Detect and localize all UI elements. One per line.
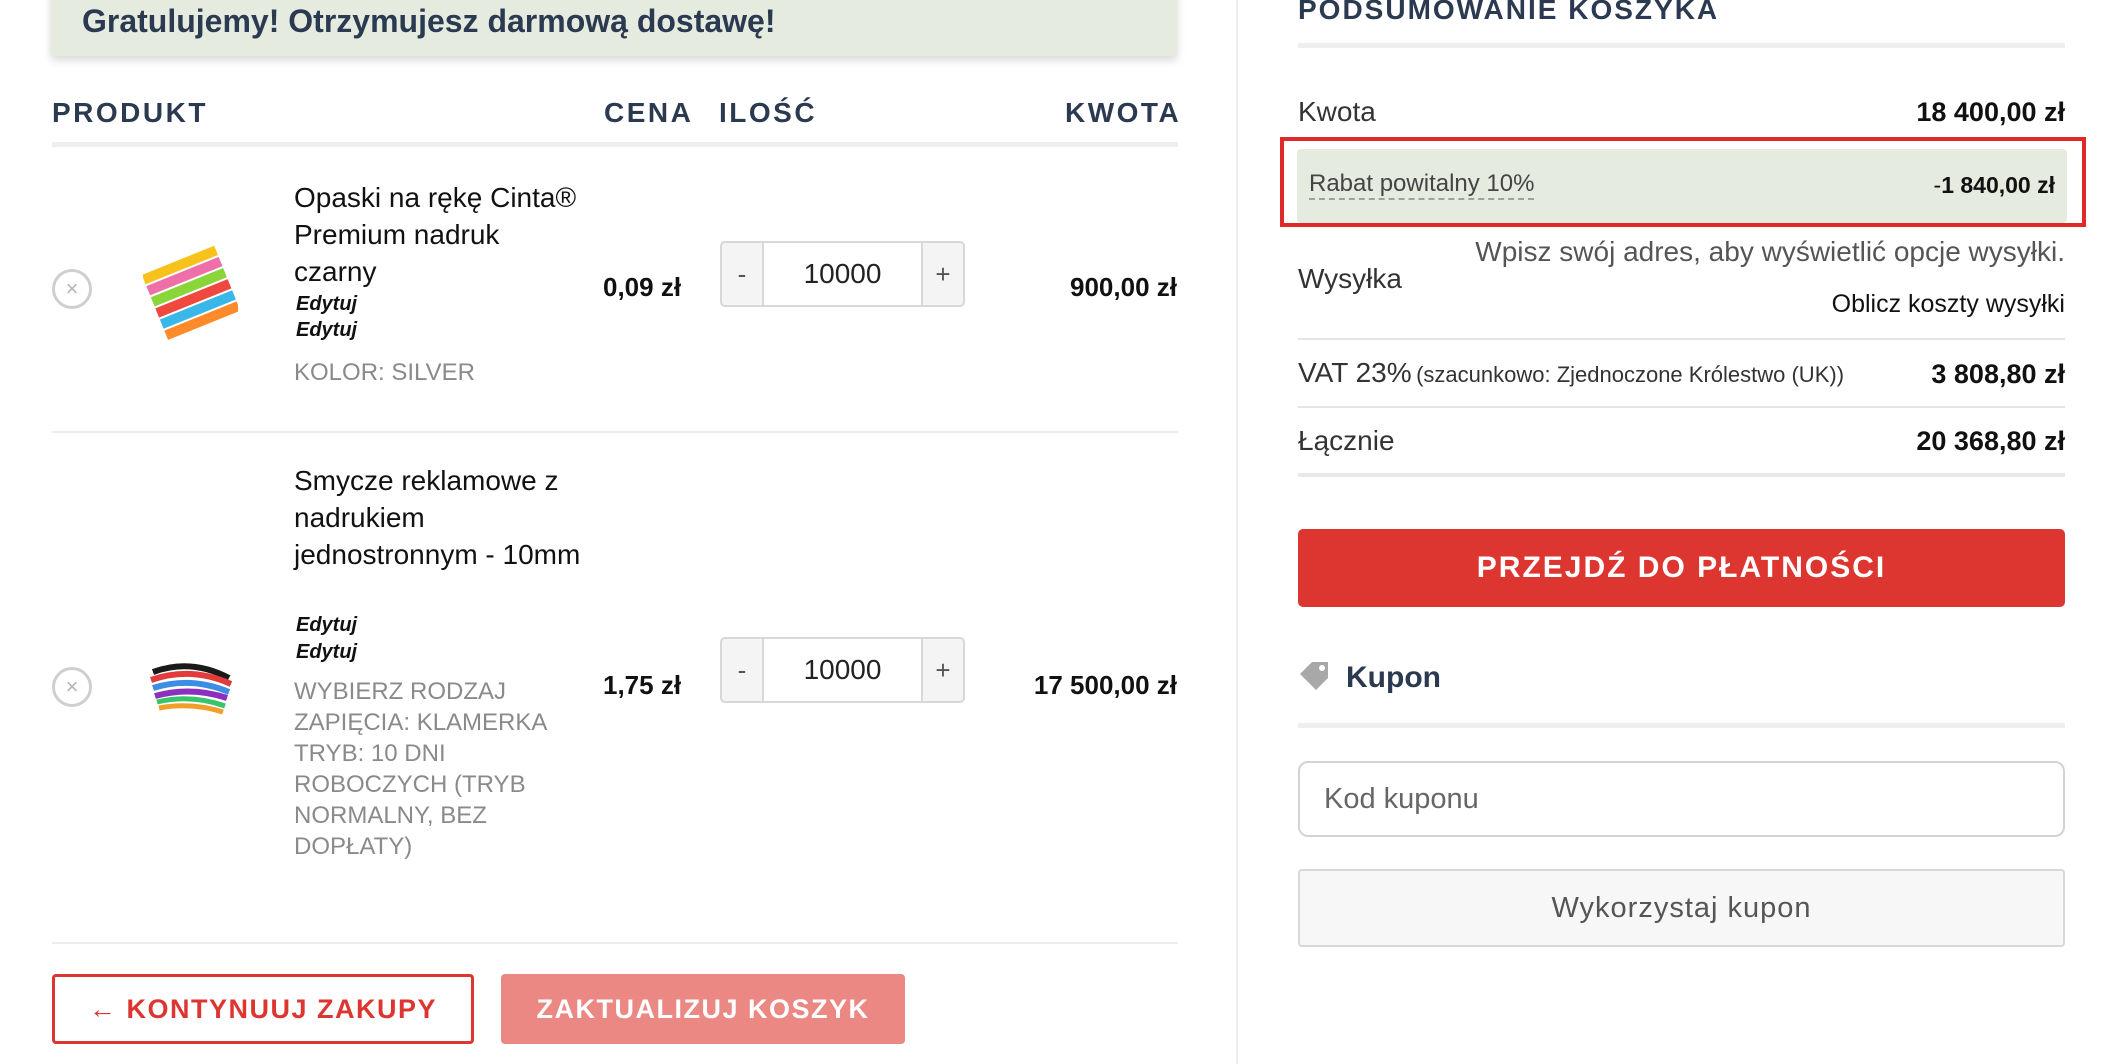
subtotal-value: 18 400,00 zł — [1916, 97, 2065, 127]
vat-note: (szacunkowo: Zjednoczone Królestwo (UK)) — [1416, 362, 1845, 387]
summary-divider — [1298, 338, 2065, 340]
vat-label: VAT 23% — [1298, 357, 1412, 388]
quantity-stepper[interactable]: - 10000 + — [720, 637, 965, 703]
quantity-stepper[interactable]: - 10000 + — [720, 241, 965, 307]
product-variant: KOLOR: SILVER — [294, 359, 475, 386]
total-label: Łącznie — [1298, 425, 1395, 456]
column-divider — [1236, 0, 1238, 1064]
qty-minus-button[interactable]: - — [722, 243, 762, 305]
apply-coupon-button[interactable]: Wykorzystaj kupon — [1298, 869, 2065, 947]
edit-link[interactable]: Edytuj — [296, 291, 357, 318]
calculate-shipping-link[interactable]: Oblicz koszty wysyłki — [1832, 290, 2065, 319]
discount-value: -1 840,00 zł — [1934, 172, 2055, 199]
cart-summary-title: PODSUMOWANIE KOSZYKA — [1298, 0, 1720, 25]
wristbands-thumbnail — [141, 240, 241, 340]
product-variant: WYBIERZ RODZAJ ZAPIĘCIA: KLAMERKA TRYB: … — [294, 678, 547, 860]
subtotal-label: Kwota — [1298, 96, 1376, 127]
qty-input[interactable]: 10000 — [762, 243, 923, 305]
discount-amount: 1 840,00 zł — [1941, 172, 2055, 198]
lanyards-thumbnail — [143, 640, 238, 740]
product-name[interactable]: Opaski na rękę Cinta® Premium nadruk cza… — [294, 179, 584, 290]
row-divider — [52, 431, 1178, 433]
discount-label[interactable]: Rabat powitalny 10% — [1309, 170, 1535, 200]
total-value: 20 368,80 zł — [1916, 426, 2065, 456]
tag-icon — [1298, 660, 1330, 699]
edit-link[interactable]: Edytuj — [296, 612, 357, 639]
line-total: 17 500,00 zł — [1033, 670, 1177, 700]
update-cart-button[interactable]: ZAKTUALIZUJ KOSZYK — [501, 974, 905, 1044]
coupon-title: Kupon — [1346, 661, 1441, 694]
checkout-button[interactable]: PRZEJDŹ DO PŁATNOŚCI — [1298, 529, 2065, 607]
total-divider — [1298, 473, 2065, 477]
coupon-code-input[interactable] — [1298, 761, 2065, 837]
summary-title-divider — [1298, 43, 2065, 48]
product-name[interactable]: Smycze reklamowe z nadrukiem jednostronn… — [294, 462, 584, 573]
header-amount: KWOTA — [1065, 97, 1182, 128]
vat-value: 3 808,80 zł — [1931, 359, 2065, 389]
unit-price: 1,75 zł — [603, 670, 682, 700]
qty-input[interactable]: 10000 — [762, 639, 923, 701]
vat-label-group: VAT 23% (szacunkowo: Zjednoczone Królest… — [1298, 357, 1844, 389]
qty-minus-button[interactable]: - — [722, 639, 762, 701]
qty-plus-button[interactable]: + — [923, 243, 963, 305]
close-icon: × — [65, 276, 79, 301]
edit-link[interactable]: Edytuj — [296, 317, 357, 344]
remove-item-button[interactable]: × — [52, 269, 92, 309]
remove-item-button[interactable]: × — [52, 667, 92, 707]
line-total: 900,00 zł — [1070, 272, 1177, 302]
shipping-note: Wpisz swój adres, aby wyświetlić opcje w… — [1475, 236, 2065, 267]
header-qty: ILOŚĆ — [719, 97, 818, 128]
free-shipping-message: Gratulujemy! Otrzymujesz darmową dostawę… — [82, 3, 776, 39]
continue-shopping-button[interactable]: ← KONTYNUUJ ZAKUPY — [52, 974, 474, 1044]
shipping-label: Wysyłka — [1298, 263, 1402, 294]
summary-divider — [1298, 406, 2065, 408]
close-icon: × — [65, 674, 79, 699]
edit-link[interactable]: Edytuj — [296, 639, 357, 666]
header-product: PRODUKT — [52, 97, 208, 128]
row-divider — [52, 942, 1178, 944]
unit-price: 0,09 zł — [603, 272, 682, 302]
header-price: CENA — [604, 97, 694, 128]
header-divider — [52, 142, 1178, 147]
coupon-divider — [1298, 723, 2065, 728]
qty-plus-button[interactable]: + — [923, 639, 963, 701]
